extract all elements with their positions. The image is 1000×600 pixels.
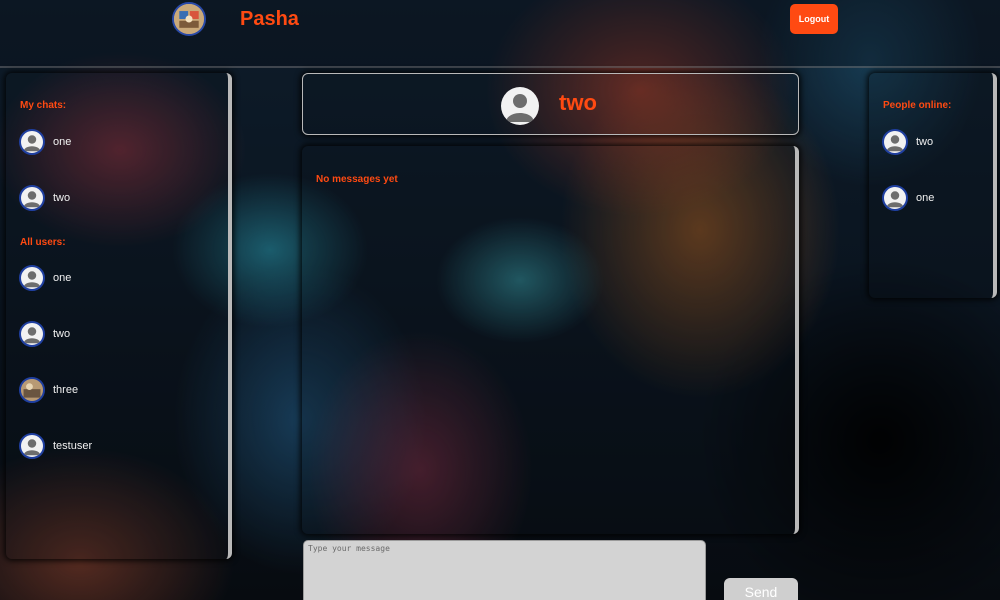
- message-input[interactable]: [303, 540, 706, 600]
- chat-item-two[interactable]: two: [19, 184, 70, 212]
- default-user-icon: [501, 87, 539, 125]
- people-online-title: People online:: [883, 100, 952, 111]
- default-user-icon: [19, 129, 45, 155]
- user-item-one[interactable]: one: [19, 264, 71, 292]
- logout-button[interactable]: Logout: [790, 4, 838, 34]
- default-user-icon: [19, 433, 45, 459]
- current-username: Pasha: [240, 8, 299, 30]
- user-item-two[interactable]: two: [19, 320, 70, 348]
- default-user-icon: [19, 265, 45, 291]
- default-user-icon: [882, 129, 908, 155]
- default-user-icon: [882, 185, 908, 211]
- chat-partner-name: two: [559, 90, 597, 115]
- current-user-avatar[interactable]: [172, 2, 206, 36]
- my-chats-title: My chats:: [20, 100, 67, 111]
- user-item-testuser[interactable]: testuser: [19, 432, 92, 460]
- chat-item-label: two: [53, 192, 71, 204]
- user-item-label: one: [53, 272, 72, 284]
- online-user-label: two: [916, 136, 934, 148]
- no-messages-text: No messages yet: [316, 174, 398, 185]
- chats-sidebar: My chats: one two All users: one two thr…: [6, 73, 232, 559]
- chat-item-label: one: [53, 136, 72, 148]
- user-item-three[interactable]: three: [19, 376, 78, 404]
- user-item-label: testuser: [53, 440, 93, 452]
- online-user-one[interactable]: one: [882, 184, 934, 212]
- online-user-label: one: [916, 192, 935, 204]
- messages-area[interactable]: No messages yet: [302, 146, 799, 534]
- send-button[interactable]: Send: [724, 578, 798, 600]
- user-photo-avatar: [19, 377, 45, 403]
- default-user-icon: [19, 321, 45, 347]
- online-user-two[interactable]: two: [882, 128, 933, 156]
- top-bar: Pasha Logout: [0, 0, 1000, 68]
- user-item-label: three: [53, 384, 79, 396]
- chat-item-one[interactable]: one: [19, 128, 71, 156]
- default-user-icon: [19, 185, 45, 211]
- chat-header: two: [302, 73, 799, 135]
- online-users-panel: People online: two one: [869, 73, 997, 298]
- all-users-title: All users:: [20, 237, 66, 248]
- user-item-label: two: [53, 328, 71, 340]
